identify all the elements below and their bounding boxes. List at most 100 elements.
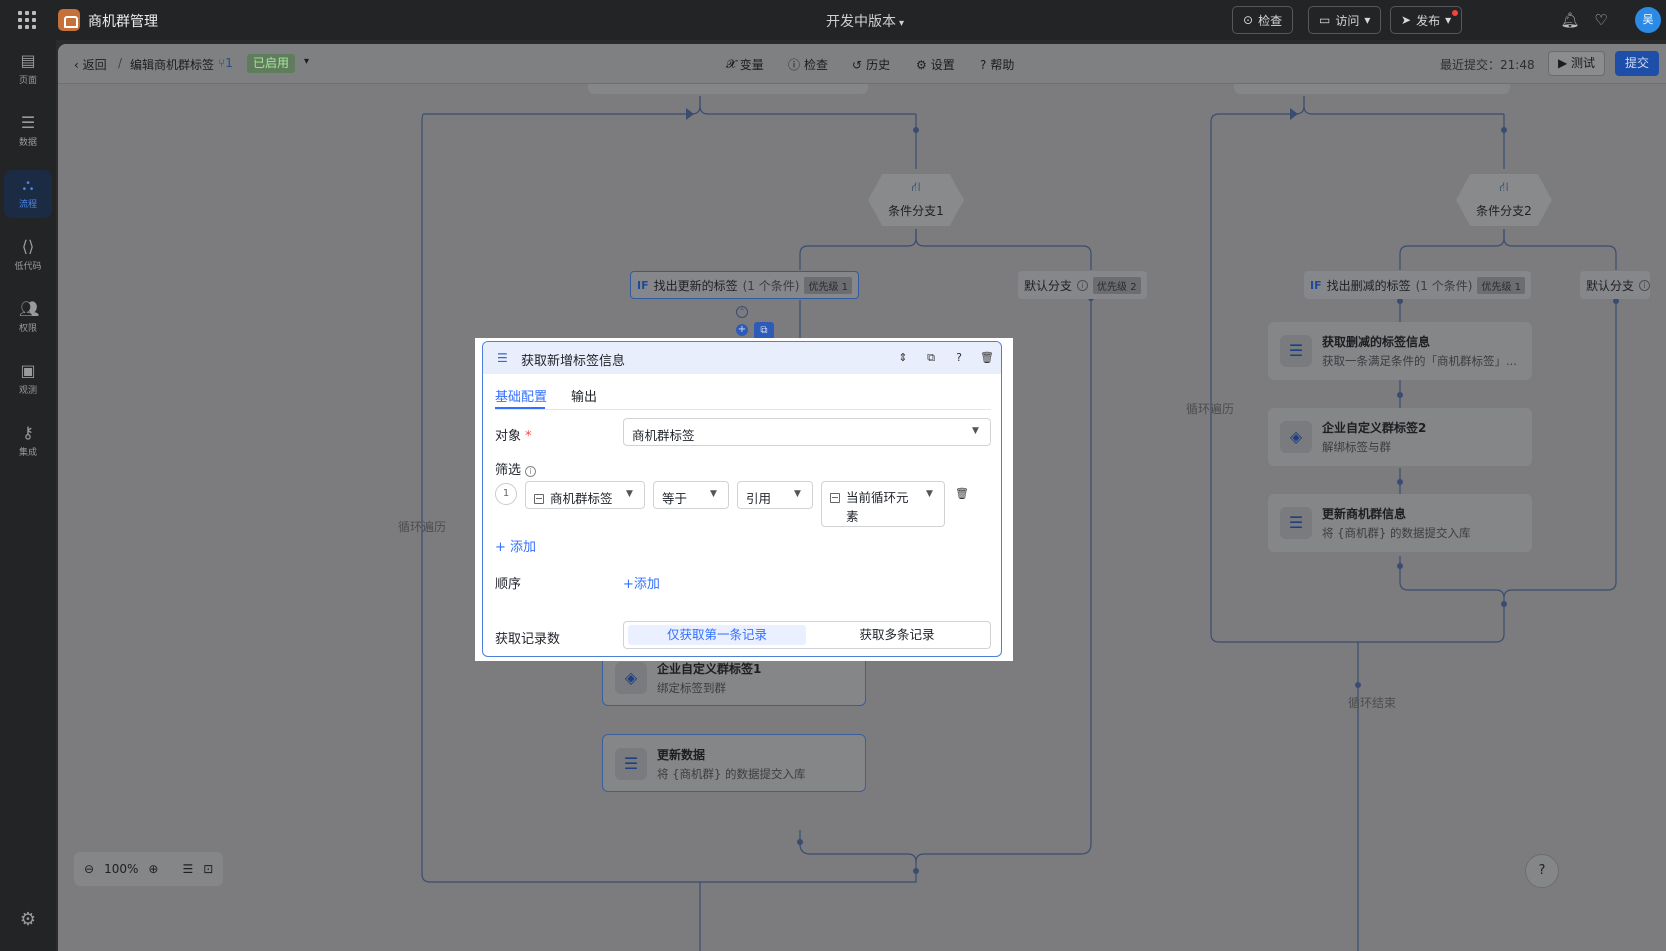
check-button[interactable]: ⊙ 检查 xyxy=(1232,6,1294,34)
help-icon[interactable]: ? xyxy=(951,350,967,366)
help-icon: ? xyxy=(980,57,987,72)
zoom-in-icon[interactable]: ⊕ xyxy=(148,862,158,876)
rail-label: 页面 xyxy=(18,76,37,86)
node-above-left xyxy=(588,84,868,94)
node-unbind-tag[interactable]: ◈ 企业自定义群标签2 解绑标签与群 xyxy=(1268,408,1532,466)
filter-operator-value: 等于 xyxy=(662,491,688,506)
rail-item-integration[interactable]: ⚷ 集成 xyxy=(4,418,52,466)
tab-basic-config[interactable]: 基础配置 xyxy=(495,386,547,405)
info-icon: i xyxy=(1639,279,1651,291)
tab-output[interactable]: 输出 xyxy=(571,386,597,405)
avatar[interactable]: 吴 xyxy=(1635,7,1661,33)
rail-item-pages[interactable]: ▤ 页面 xyxy=(4,46,52,94)
fit-view-icon[interactable]: ⊡ xyxy=(203,862,213,876)
rail-item-observe[interactable]: ▣ 观测 xyxy=(4,356,52,404)
table-icon xyxy=(534,494,544,504)
popup-tabs: 基础配置 输出 xyxy=(495,378,991,410)
menu-label: 设置 xyxy=(930,58,955,72)
visit-button[interactable]: ▭ 访问 ▾ xyxy=(1308,6,1382,34)
rail-item-lowcode[interactable]: ⟨⟩ 低代码 xyxy=(4,232,52,280)
node-title: 企业自定义群标签1 xyxy=(657,662,762,676)
play-icon: ▶ xyxy=(1558,56,1572,70)
filter-value-select[interactable]: 当前循环元素 ▼ xyxy=(821,481,945,527)
menu-help[interactable]: ? 帮助 xyxy=(980,56,1014,73)
menu-settings[interactable]: ⚙ 设置 xyxy=(916,56,955,73)
key-icon: ⚷ xyxy=(22,423,34,442)
branch-label: 默认分支 xyxy=(1024,278,1073,293)
zoom-out-icon[interactable]: ⊖ xyxy=(84,862,94,876)
info-icon: ⓘ xyxy=(788,58,801,72)
menu-history[interactable]: ↺ 历史 xyxy=(852,56,890,73)
rail-label: 低代码 xyxy=(14,262,42,272)
filter-operator-select[interactable]: 等于 ▼ xyxy=(653,481,729,509)
node-title: 企业自定义群标签2 xyxy=(1322,421,1427,435)
breadcrumb-separator: / xyxy=(118,56,123,70)
flow-icon: ⛬ xyxy=(22,175,34,194)
object-select[interactable]: 商机群标签 ▼ xyxy=(623,418,991,446)
default-branch-1[interactable]: 默认分支 i 优先级 2 xyxy=(1018,271,1147,299)
back-link[interactable]: ‹ 返回 xyxy=(74,56,107,73)
plus-icon: + xyxy=(495,540,511,555)
left-rail: ▤ 页面 ☰ 数据 ⛬ 流程 ⟨⟩ 低代码 👥︎ 权限 ▣ 观测 ⚷ 集成 xyxy=(0,40,56,951)
if-branch-updated[interactable]: IF 找出更新的标签 (1 个条件) 优先级 1 xyxy=(630,271,859,299)
condition-branch-1[interactable]: ⛙ 条件分支1 xyxy=(868,174,964,226)
database-search-icon: ☰ xyxy=(1280,335,1312,367)
object-value: 商机群标签 xyxy=(632,428,695,443)
rail-item-permissions[interactable]: 👥︎ 权限 xyxy=(4,294,52,342)
info-icon: i xyxy=(525,466,537,477)
rail-item-flow[interactable]: ⛬ 流程 xyxy=(4,170,52,218)
publish-button[interactable]: ➤ 发布 ▾ xyxy=(1390,6,1463,34)
filter-mode-select[interactable]: 引用 ▼ xyxy=(737,481,813,509)
add-filter-link[interactable]: + 添加 xyxy=(495,536,536,555)
node-update-data[interactable]: ☰ 更新数据 将 {商机群} 的数据提交入库 xyxy=(602,734,866,792)
filter-field-select[interactable]: 商机群标签 ▼ xyxy=(525,481,645,509)
delete-icon[interactable]: 🗑︎ xyxy=(979,350,995,366)
add-order-link[interactable]: +添加 xyxy=(623,573,660,592)
chevron-down-icon: ▾ xyxy=(1364,13,1371,27)
version-selector[interactable]: 开发中版本 ▾ xyxy=(826,11,904,31)
back-label: 返回 xyxy=(82,58,107,72)
add-node-icon[interactable]: + xyxy=(736,324,748,336)
check-icon: ⊙ xyxy=(1243,13,1254,27)
status-badge: 已启用 xyxy=(247,54,296,73)
if-branch-deleted[interactable]: IF 找出删减的标签 (1 个条件) 优先级 1 xyxy=(1304,271,1531,299)
menu-label: 检查 xyxy=(804,58,829,72)
filter-value: 当前循环元素 xyxy=(830,488,909,526)
monitor-icon: ▭ xyxy=(1319,13,1331,27)
rail-label: 权限 xyxy=(18,324,37,334)
priority-badge: 优先级 2 xyxy=(1093,276,1141,294)
default-branch-2[interactable]: 默认分支 i xyxy=(1580,271,1651,299)
node-update-group[interactable]: ☰ 更新商机群信息 将 {商机群} 的数据提交入库 xyxy=(1268,494,1532,552)
submit-button[interactable]: 提交 xyxy=(1615,51,1660,76)
database-icon: ☰ xyxy=(615,748,647,780)
if-tag: IF xyxy=(1310,278,1322,292)
version-number: ⑂1 xyxy=(218,56,233,70)
delete-filter-icon[interactable]: 🗑︎ xyxy=(955,487,969,501)
menu-check[interactable]: ⓘ 检查 xyxy=(788,56,828,73)
option-multiple-records[interactable]: 获取多条记录 xyxy=(808,625,986,645)
auto-layout-icon[interactable]: ☰ xyxy=(182,862,193,876)
gear-icon[interactable]: ⚙ xyxy=(18,910,38,930)
filter-mode-value: 引用 xyxy=(746,491,772,506)
app-grid-icon[interactable] xyxy=(18,11,36,29)
test-button[interactable]: ▶ 测试 xyxy=(1548,51,1606,76)
collapse-icon[interactable]: ⇕ xyxy=(895,350,911,366)
notification-dot xyxy=(1452,10,1459,16)
node-config-popup: ☰ 获取新增标签信息 ⇕ ⧉ ? 🗑︎ 基础配置 输出 对象 * 商机群标签 ▼ … xyxy=(482,341,1002,657)
menu-variables[interactable]: 𝓧 变量 xyxy=(726,56,764,73)
collapse-icon[interactable]: ⌃ xyxy=(736,306,748,318)
node-get-deleted-tags[interactable]: ☰ 获取删减的标签信息 获取一条满足条件的「商机群标签」... xyxy=(1268,322,1532,380)
app-logo xyxy=(58,9,80,31)
add-filter-label: 添加 xyxy=(510,540,537,555)
condition-branch-2[interactable]: ⛙ 条件分支2 xyxy=(1456,174,1552,226)
rail-label: 观测 xyxy=(18,386,37,396)
chevron-down-icon[interactable]: ▾ xyxy=(304,56,309,67)
monitor-icon: ▣ xyxy=(20,361,36,380)
node-title: 更新数据 xyxy=(657,748,706,762)
bell-icon[interactable]: 🔔︎ xyxy=(1560,10,1580,30)
help-button[interactable]: ? xyxy=(1525,854,1559,888)
option-first-record[interactable]: 仅获取第一条记录 xyxy=(628,625,806,645)
copy-icon[interactable]: ⧉ xyxy=(923,350,939,366)
lightbulb-icon[interactable]: ♡ xyxy=(1591,10,1611,30)
rail-item-data[interactable]: ☰ 数据 xyxy=(4,108,52,156)
